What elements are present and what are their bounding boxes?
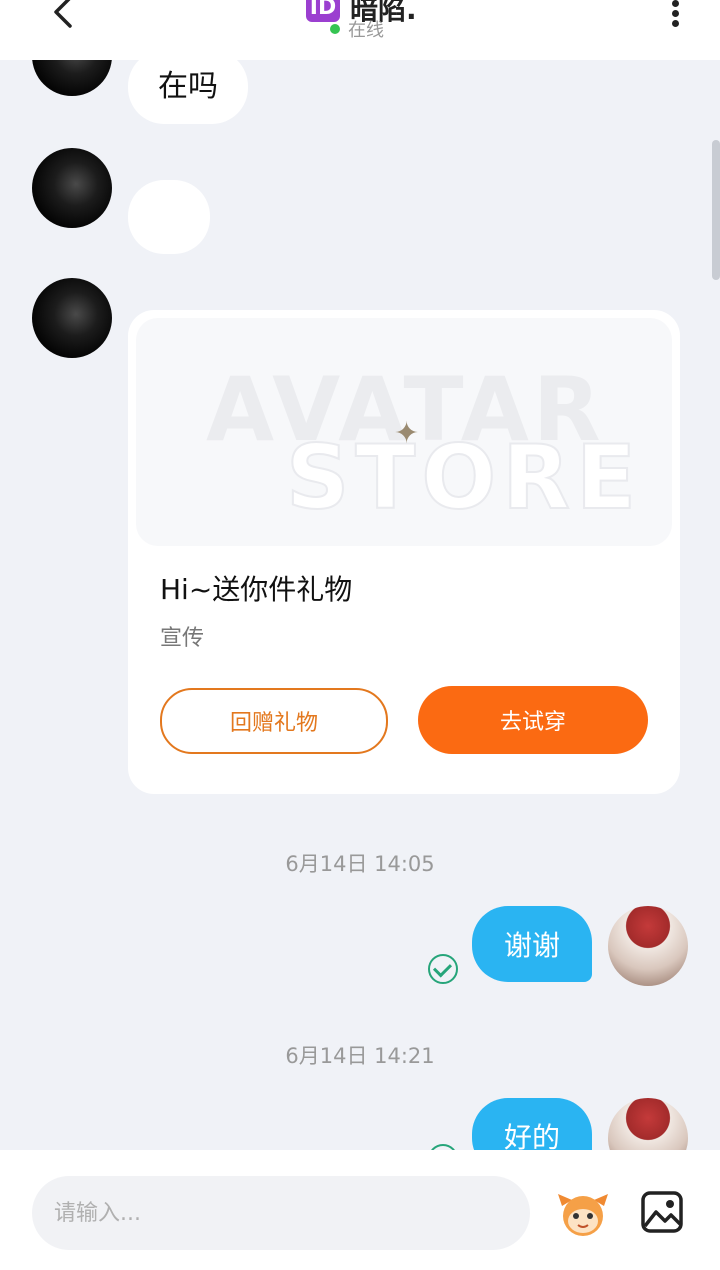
gift-subtitle: 宣传 [160,626,205,651]
incoming-message-bubble[interactable]: 在吗 [128,50,248,124]
my-avatar[interactable] [608,906,688,986]
try-on-button[interactable]: 去试穿 [418,686,648,754]
timestamp-separator: 6月14日 14:21 [285,1044,435,1068]
scrollbar[interactable] [712,140,720,280]
online-status: 在线 [330,16,384,42]
emoji-mascot-icon[interactable] [556,1188,610,1238]
message-input[interactable] [32,1176,530,1250]
status-text: 在线 [348,20,384,41]
timestamp-separator: 6月14日 14:05 [285,852,435,876]
more-vertical-icon[interactable] [660,0,690,36]
avatar-store-image: AVATAR STORE ✦ [136,318,672,546]
store-logo-text: STORE [285,425,643,530]
contact-avatar[interactable] [32,278,112,358]
back-arrow-icon[interactable] [44,0,84,34]
chat-header: ID 暗陷. 在线 [0,0,720,60]
return-gift-button[interactable]: 回赠礼物 [160,688,388,754]
message-composer [0,1150,720,1270]
gift-card[interactable]: AVATAR STORE ✦ Hi~送你件礼物 宣传 回赠礼物 去试穿 [128,310,680,794]
incoming-message-bubble[interactable] [128,180,210,254]
check-circle-icon [428,954,458,984]
outgoing-message-bubble[interactable]: 谢谢 [472,906,592,982]
image-icon[interactable] [640,1190,684,1234]
message-text: 在吗 [158,69,218,104]
contact-avatar[interactable] [32,148,112,228]
gift-title: Hi~送你件礼物 [160,573,353,606]
message-text: 谢谢 [503,929,560,962]
online-dot-icon [330,24,340,34]
sparkle-icon: ✦ [394,416,420,451]
